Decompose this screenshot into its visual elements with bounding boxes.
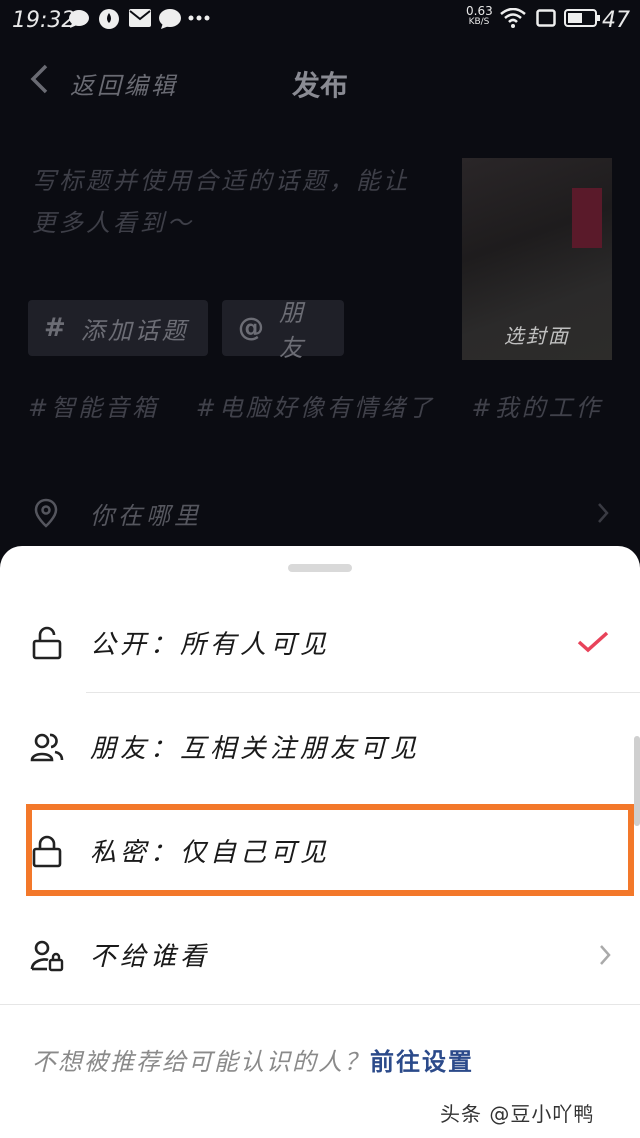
friends-icon bbox=[30, 733, 64, 762]
mail-icon bbox=[129, 9, 151, 27]
divider bbox=[86, 692, 640, 693]
water-drop-icon bbox=[99, 9, 119, 29]
sheet-drag-handle[interactable] bbox=[288, 564, 352, 572]
chevron-right-icon bbox=[600, 945, 611, 965]
cover-picker[interactable]: 选封面 bbox=[462, 158, 612, 360]
add-topic-button[interactable]: # 添加话题 bbox=[28, 300, 208, 356]
tag-chip[interactable]: #电脑好像有情绪了 bbox=[196, 394, 435, 422]
message-icon bbox=[159, 9, 181, 29]
page-title: 发布 bbox=[291, 69, 348, 102]
screen-icon bbox=[536, 9, 556, 27]
mention-friend-button[interactable]: @ 朋友 bbox=[222, 299, 344, 362]
at-icon: @ bbox=[238, 313, 267, 343]
unlock-icon bbox=[32, 626, 62, 660]
user-lock-icon bbox=[30, 940, 64, 972]
option-hide-from[interactable]: 不给谁看 bbox=[0, 902, 640, 1006]
scrollbar[interactable] bbox=[634, 736, 640, 826]
net-speed-value: 0.63 bbox=[466, 4, 493, 18]
mention-friend-label: 朋友 bbox=[279, 299, 306, 362]
battery-level: 47 bbox=[602, 8, 630, 33]
option-friends[interactable]: 朋友：互相关注朋友可见 bbox=[0, 694, 640, 798]
location-picker[interactable]: 你在哪里 bbox=[90, 496, 202, 531]
watermark: 头条 @豆小吖鸭 bbox=[440, 1102, 595, 1126]
go-to-settings-link[interactable]: 前往设置 bbox=[370, 1048, 474, 1076]
visibility-sheet: 公开：所有人可见 朋友：互相关注朋友可见 私密：仅自己可见 不给谁看 不想被推荐… bbox=[0, 546, 640, 1138]
status-time: 19:32 bbox=[12, 8, 76, 33]
suggested-tags: #智能音箱 #电脑好像有情绪了 #我的工作 bbox=[28, 388, 640, 423]
net-speed-unit: KB/S bbox=[468, 17, 490, 27]
wifi-icon bbox=[500, 8, 526, 28]
option-public[interactable]: 公开：所有人可见 bbox=[0, 590, 640, 694]
net-speed: 0.63 KB/S bbox=[466, 4, 493, 28]
check-icon bbox=[577, 631, 609, 653]
location-pin-icon bbox=[34, 498, 58, 528]
footer-hint: 不想被推荐给可能认识的人？前往设置 bbox=[32, 1042, 474, 1077]
cover-label: 选封面 bbox=[504, 324, 570, 348]
chevron-right-icon bbox=[598, 503, 609, 523]
footer-text: 不想被推荐给可能认识的人？ bbox=[32, 1048, 370, 1076]
battery-icon bbox=[564, 9, 600, 27]
more-dots-icon bbox=[188, 15, 210, 21]
cover-thumbnail bbox=[572, 188, 602, 248]
caption-input[interactable]: 写标题并使用合适的话题，能让更多人看到～ bbox=[32, 160, 432, 244]
option-label: 公开：所有人可见 bbox=[90, 630, 331, 660]
tag-chip[interactable]: #我的工作 bbox=[472, 394, 603, 422]
tag-chip[interactable]: #智能音箱 bbox=[28, 394, 159, 422]
option-label: 不给谁看 bbox=[90, 942, 211, 972]
divider bbox=[0, 1004, 640, 1005]
highlight-box bbox=[26, 804, 634, 896]
option-label: 朋友：互相关注朋友可见 bbox=[90, 734, 421, 764]
status-bar: 19:32 0.63 KB/S 47 bbox=[0, 0, 640, 40]
add-topic-label: 添加话题 bbox=[80, 316, 189, 345]
chat-bubble-icon bbox=[69, 10, 89, 28]
hashtag-icon: # bbox=[44, 313, 69, 343]
